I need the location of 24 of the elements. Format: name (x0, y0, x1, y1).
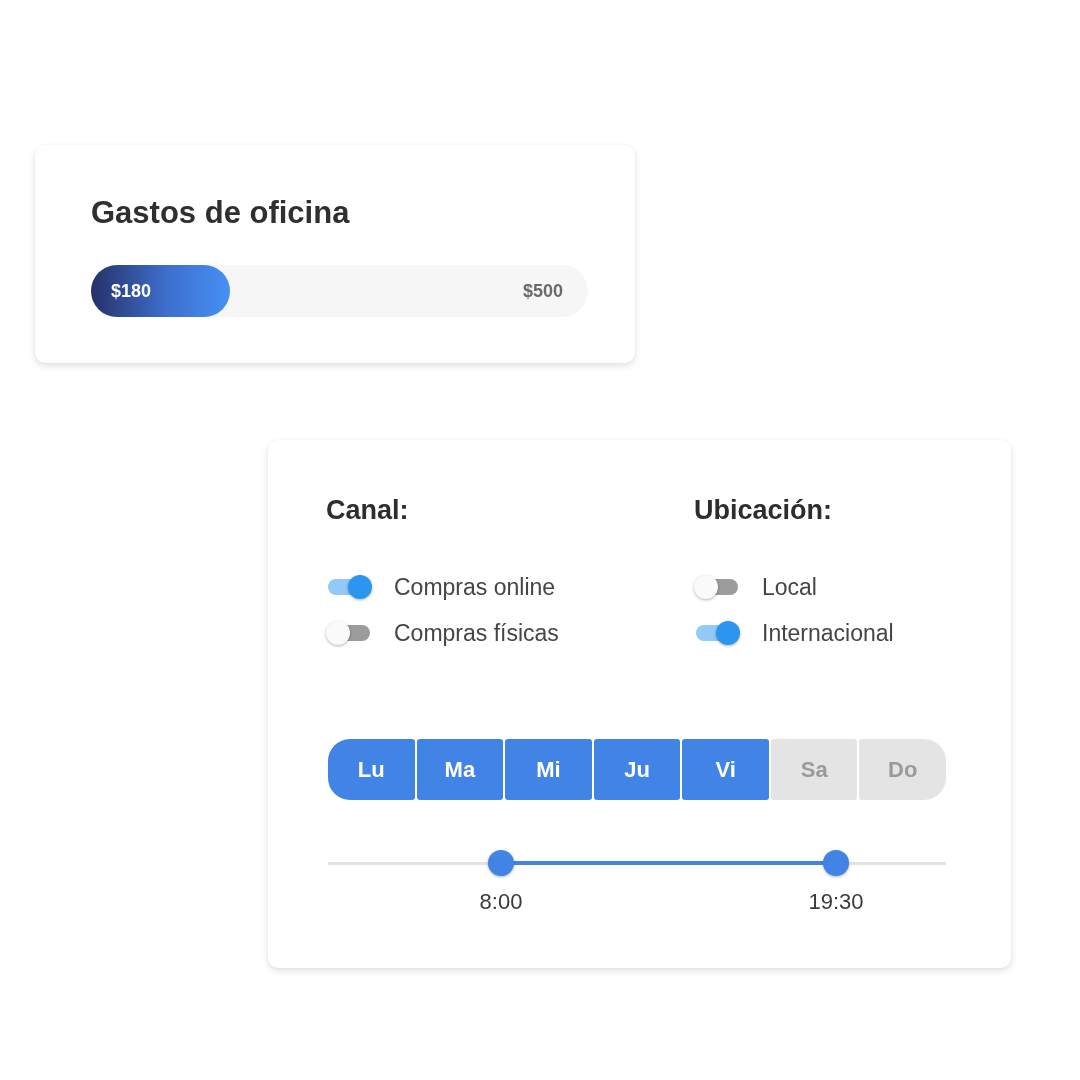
day-button[interactable]: Ma (416, 739, 504, 800)
day-button[interactable]: Do (859, 739, 947, 800)
day-button[interactable]: Vi (682, 739, 769, 800)
day-button[interactable]: Mi (505, 739, 592, 800)
budget-amount: $500 (522, 280, 563, 302)
option-label: Compras físicas (394, 619, 559, 647)
spent-amount: $180 (111, 280, 152, 302)
range-thumb[interactable] (823, 850, 849, 876)
time-label: 8:00 (479, 889, 523, 915)
option-label: Local (762, 573, 817, 601)
day-button[interactable]: Ju (593, 739, 681, 800)
toggle-switch[interactable] (694, 575, 740, 599)
range-thumb[interactable] (488, 850, 515, 876)
day-button[interactable]: Lu (328, 739, 415, 800)
section-heading: Ubicación: (694, 494, 833, 526)
time-label: 19:30 (808, 889, 864, 915)
option-label: Compras online (394, 573, 556, 601)
day-button[interactable]: Sa (770, 739, 858, 800)
option-label: Internacional (762, 619, 894, 647)
toggle-switch[interactable] (326, 621, 372, 645)
section-heading: Canal: (326, 494, 409, 526)
toggle-switch[interactable] (694, 621, 740, 645)
card-title: Gastos de oficina (91, 195, 350, 231)
toggle-switch[interactable] (326, 575, 372, 599)
